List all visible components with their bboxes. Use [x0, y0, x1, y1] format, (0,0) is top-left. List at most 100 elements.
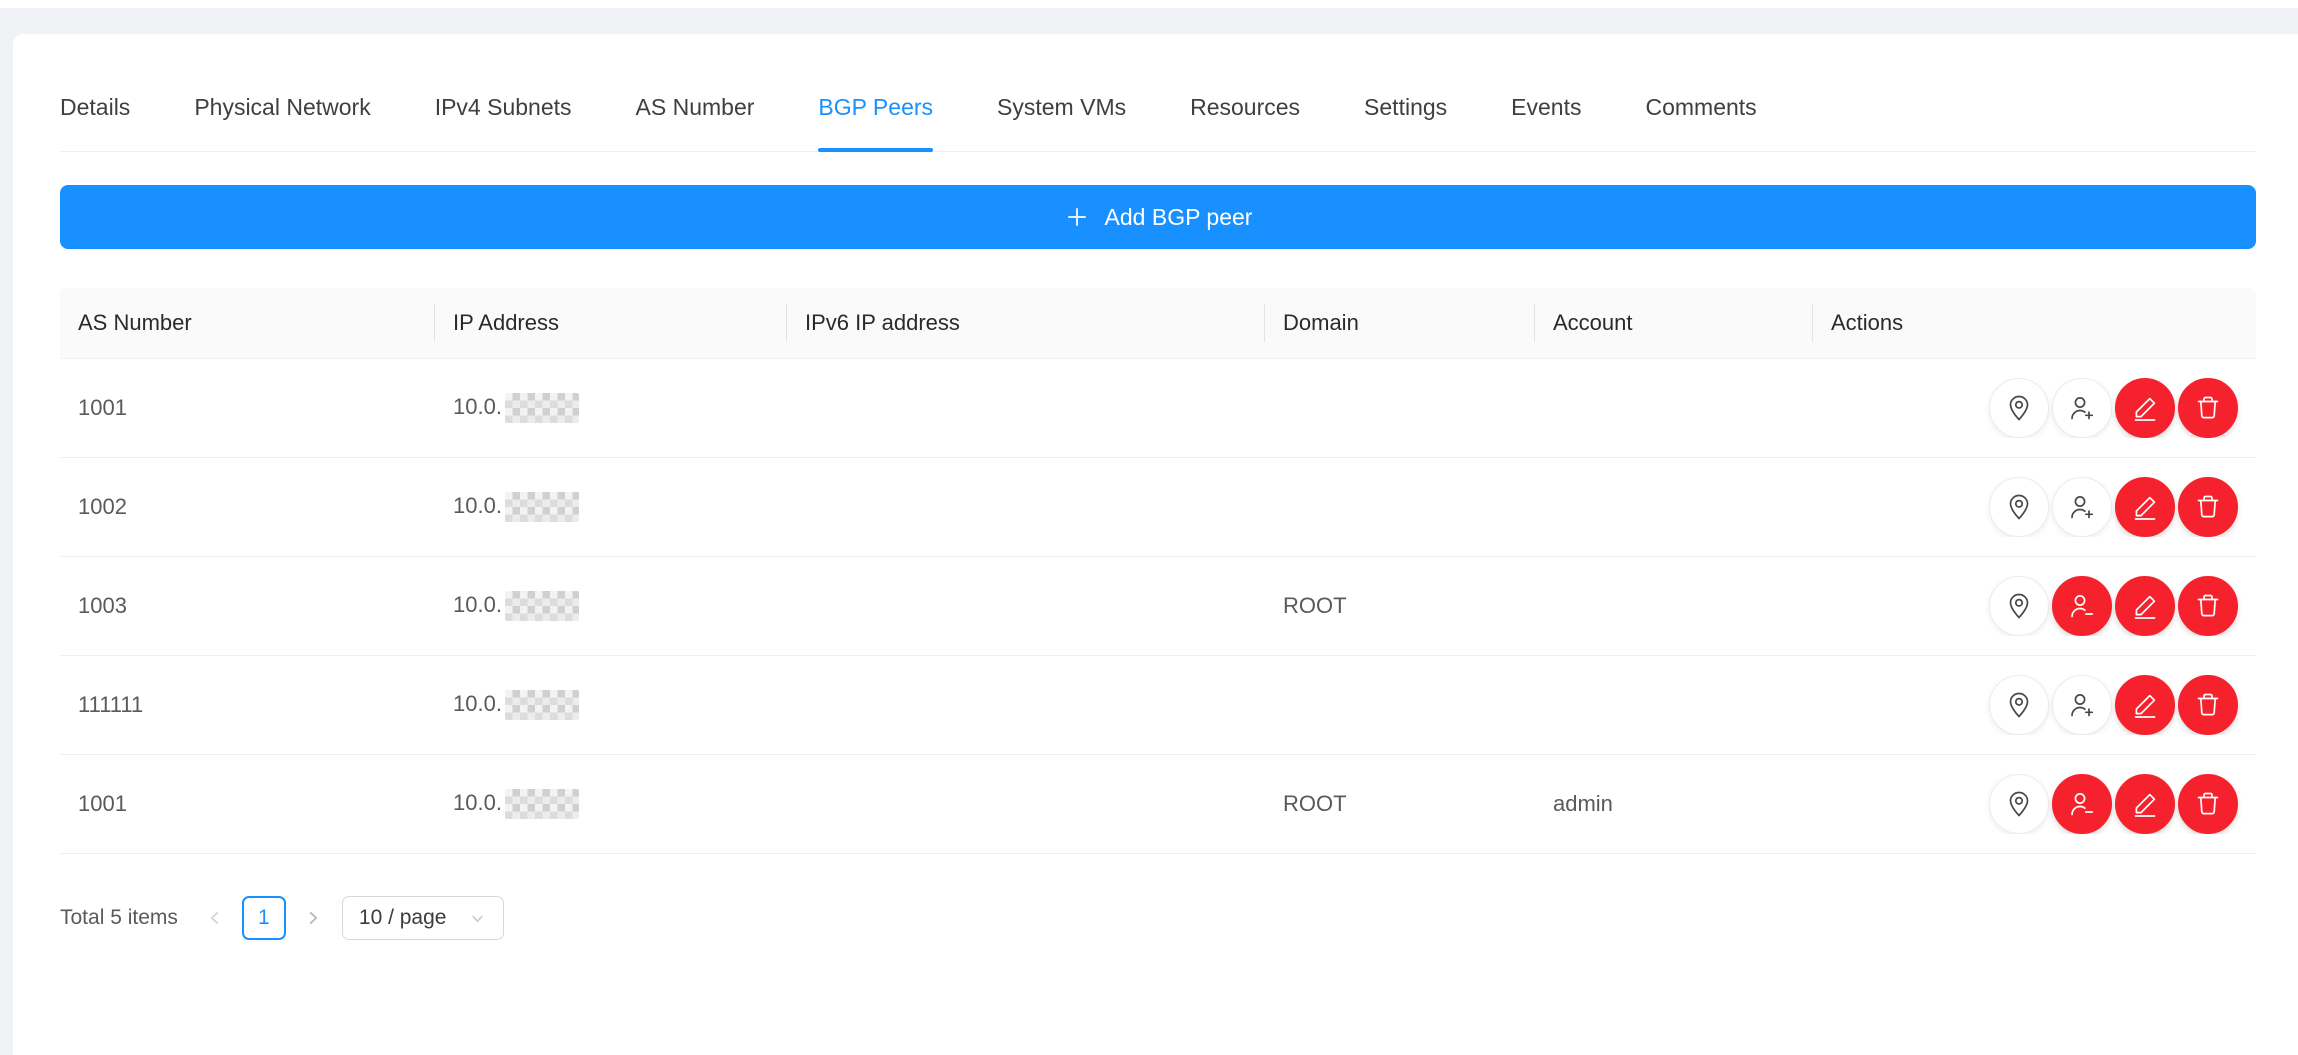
dedicate-scope-button[interactable] [1989, 774, 2049, 834]
table-row: 1002 10.0. [60, 458, 2256, 557]
remove-account-button[interactable] [2052, 576, 2112, 636]
top-strip [0, 0, 2298, 8]
edit-button[interactable] [2115, 576, 2175, 636]
previous-page-button[interactable] [200, 896, 230, 940]
column-header-actions: Actions [1813, 310, 2256, 336]
tab-ipv4-subnets[interactable]: IPv4 Subnets [435, 78, 572, 151]
dedicate-scope-button[interactable] [1989, 477, 2049, 537]
chevron-left-icon [204, 907, 226, 929]
table-row: 111111 10.0. [60, 656, 2256, 755]
page-number-button[interactable]: 1 [242, 896, 286, 940]
redacted-ip-block [505, 492, 579, 522]
table-row: 1001 10.0. ROOT admin [60, 755, 2256, 854]
user-add-icon [2067, 492, 2097, 522]
page-size-select[interactable]: 10 / page [342, 896, 505, 940]
table-header-row: AS Number IP Address IPv6 IP address Dom… [60, 288, 2256, 359]
dedicate-scope-button[interactable] [1989, 576, 2049, 636]
network-detail-card: Details Physical Network IPv4 Subnets AS… [13, 34, 2298, 1055]
tab-resources[interactable]: Resources [1190, 78, 1300, 151]
dedicate-scope-button[interactable] [1989, 675, 2049, 735]
tab-comments[interactable]: Comments [1645, 78, 1756, 151]
redacted-ip-block [505, 393, 579, 423]
edit-button[interactable] [2115, 675, 2175, 735]
ip-prefix: 10.0. [453, 691, 502, 716]
location-pin-icon [2004, 591, 2034, 621]
ip-prefix: 10.0. [453, 592, 502, 617]
cell-ip-address: 10.0. [435, 690, 787, 720]
cell-actions [1813, 576, 2256, 636]
cell-as-number: 1001 [60, 791, 435, 817]
edit-icon [2130, 789, 2160, 819]
cell-ip-address: 10.0. [435, 789, 787, 819]
cell-actions [1813, 675, 2256, 735]
cell-as-number: 1001 [60, 395, 435, 421]
delete-icon [2193, 492, 2223, 522]
delete-icon [2193, 393, 2223, 423]
cell-domain: ROOT [1265, 791, 1535, 817]
add-bgp-peer-label: Add BGP peer [1105, 204, 1253, 231]
bgp-peers-table: AS Number IP Address IPv6 IP address Dom… [60, 288, 2256, 854]
tab-events[interactable]: Events [1511, 78, 1581, 151]
column-header-as-number: AS Number [60, 310, 435, 336]
cell-account: admin [1535, 791, 1813, 817]
tab-details[interactable]: Details [60, 78, 130, 151]
delete-button[interactable] [2178, 774, 2238, 834]
tab-bar: Details Physical Network IPv4 Subnets AS… [60, 78, 2256, 152]
edit-icon [2130, 591, 2160, 621]
table-row: 1001 10.0. [60, 359, 2256, 458]
edit-icon [2130, 690, 2160, 720]
pagination-bar: Total 5 items 1 10 / page [60, 896, 2256, 940]
edit-button[interactable] [2115, 378, 2175, 438]
redacted-ip-block [505, 591, 579, 621]
add-account-button[interactable] [2052, 675, 2112, 735]
add-account-button[interactable] [2052, 378, 2112, 438]
delete-button[interactable] [2178, 477, 2238, 537]
delete-icon [2193, 789, 2223, 819]
dedicate-scope-button[interactable] [1989, 378, 2049, 438]
tab-settings[interactable]: Settings [1364, 78, 1447, 151]
table-row: 1003 10.0. ROOT [60, 557, 2256, 656]
chevron-down-icon [468, 909, 487, 928]
next-page-button[interactable] [298, 896, 328, 940]
cell-actions [1813, 477, 2256, 537]
ip-prefix: 10.0. [453, 394, 502, 419]
tab-bgp-peers[interactable]: BGP Peers [818, 78, 933, 151]
delete-button[interactable] [2178, 576, 2238, 636]
location-pin-icon [2004, 690, 2034, 720]
page-size-value: 10 / page [359, 906, 447, 930]
location-pin-icon [2004, 492, 2034, 522]
cell-as-number: 1002 [60, 494, 435, 520]
cell-ip-address: 10.0. [435, 492, 787, 522]
delete-icon [2193, 690, 2223, 720]
add-bgp-peer-button[interactable]: Add BGP peer [60, 185, 2256, 249]
plus-icon [1064, 204, 1090, 230]
edit-button[interactable] [2115, 477, 2175, 537]
tab-physical-network[interactable]: Physical Network [194, 78, 370, 151]
column-header-domain: Domain [1265, 310, 1535, 336]
user-add-icon [2067, 690, 2097, 720]
remove-account-button[interactable] [2052, 774, 2112, 834]
delete-button[interactable] [2178, 675, 2238, 735]
delete-icon [2193, 591, 2223, 621]
delete-button[interactable] [2178, 378, 2238, 438]
edit-icon [2130, 393, 2160, 423]
location-pin-icon [2004, 789, 2034, 819]
redacted-ip-block [505, 789, 579, 819]
ip-prefix: 10.0. [453, 790, 502, 815]
tab-system-vms[interactable]: System VMs [997, 78, 1126, 151]
column-header-ip-address: IP Address [435, 310, 787, 336]
chevron-right-icon [302, 907, 324, 929]
cell-as-number: 1003 [60, 593, 435, 619]
add-account-button[interactable] [2052, 477, 2112, 537]
column-header-account: Account [1535, 310, 1813, 336]
cell-actions [1813, 774, 2256, 834]
edit-button[interactable] [2115, 774, 2175, 834]
cell-ip-address: 10.0. [435, 393, 787, 423]
cell-domain: ROOT [1265, 593, 1535, 619]
tab-as-number[interactable]: AS Number [636, 78, 755, 151]
edit-icon [2130, 492, 2160, 522]
column-header-ipv6: IPv6 IP address [787, 310, 1265, 336]
user-add-icon [2067, 393, 2097, 423]
ip-prefix: 10.0. [453, 493, 502, 518]
redacted-ip-block [505, 690, 579, 720]
